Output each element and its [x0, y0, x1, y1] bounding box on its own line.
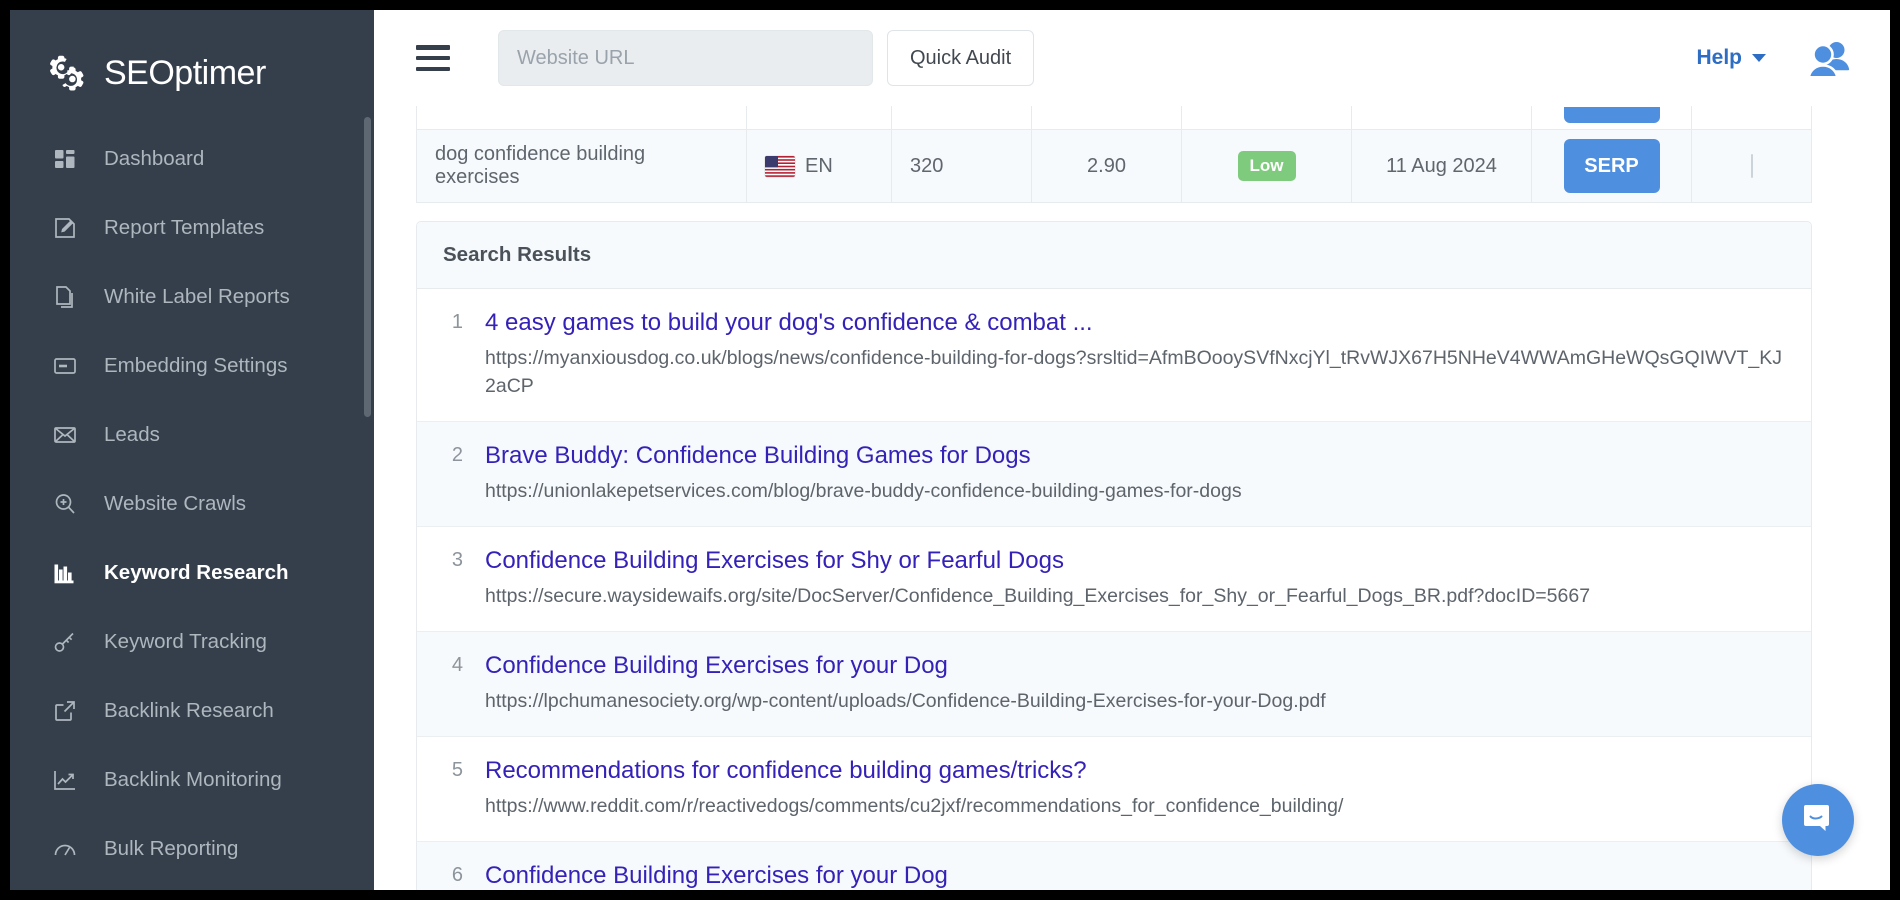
sidebar-item-label: Leads	[104, 423, 160, 447]
trend-line-icon	[52, 767, 78, 793]
cell-keyword: dog confidence building exercises	[417, 130, 747, 203]
embed-card-icon	[52, 353, 78, 379]
cell-competition: Low	[1182, 130, 1352, 203]
bar-chart-icon	[52, 560, 78, 586]
result-url: https://lpchumanesociety.org/wp-content/…	[485, 688, 1785, 716]
content-scroll-area[interactable]: dog confidence building exercises	[374, 106, 1890, 890]
help-menu[interactable]: Help	[1696, 46, 1766, 70]
us-flag-icon	[765, 156, 795, 177]
sidebar: SEOptimer Dashboard	[10, 10, 374, 890]
sidebar-item-report-templates[interactable]: Report Templates	[10, 193, 374, 262]
brand-name: SEOptimer	[104, 54, 266, 93]
result-url: https://www.reddit.com/r/reactivedogs/co…	[485, 793, 1785, 821]
status-badge: Low	[1238, 151, 1296, 181]
topbar-right-group: Help	[1696, 40, 1852, 76]
sidebar-item-label: White Label Reports	[104, 285, 290, 309]
edit-document-icon	[52, 215, 78, 241]
result-url: https://unionlakepetservices.com/blog/br…	[485, 478, 1785, 506]
app-window: SEOptimer Dashboard	[10, 10, 1890, 890]
dashboard-icon	[52, 146, 78, 172]
cell-date: 11 Aug 2024	[1352, 130, 1532, 203]
result-rank: 4	[439, 652, 463, 716]
sidebar-item-backlink-research[interactable]: Backlink Research	[10, 676, 374, 745]
envelope-icon	[52, 422, 78, 448]
result-title-link[interactable]: Confidence Building Exercises for your D…	[485, 652, 1785, 680]
result-title-link[interactable]: Confidence Building Exercises for your D…	[485, 862, 1785, 890]
list-item[interactable]: 6 Confidence Building Exercises for your…	[417, 842, 1811, 890]
search-results-panel: Search Results 1 4 easy games to build y…	[416, 221, 1812, 890]
cell-language-label: EN	[805, 155, 833, 178]
list-item[interactable]: 3 Confidence Building Exercises for Shy …	[417, 527, 1811, 632]
cell-language: EN	[747, 130, 892, 203]
sidebar-item-backlink-monitoring[interactable]: Backlink Monitoring	[10, 745, 374, 814]
sidebar-item-dashboard[interactable]: Dashboard	[10, 124, 374, 193]
chevron-down-icon	[1752, 54, 1766, 62]
result-title-link[interactable]: Recommendations for confidence building …	[485, 757, 1785, 785]
chat-bubble-icon	[1801, 801, 1835, 840]
cell-volume: 320	[892, 130, 1032, 203]
sidebar-item-label: Embedding Settings	[104, 354, 287, 378]
sidebar-item-embedding-settings[interactable]: Embedding Settings	[10, 331, 374, 400]
result-rank: 3	[439, 547, 463, 611]
sidebar-item-keyword-research[interactable]: Keyword Research	[10, 538, 374, 607]
result-rank: 2	[439, 442, 463, 506]
copy-documents-icon	[52, 284, 78, 310]
external-link-icon	[52, 698, 78, 724]
cell-cpc: 2.90	[1032, 130, 1182, 203]
table-row-partial	[417, 106, 1812, 130]
sidebar-item-website-crawls[interactable]: Website Crawls	[10, 469, 374, 538]
result-rank: 1	[439, 309, 463, 401]
key-icon	[52, 629, 78, 655]
result-url: https://secure.waysidewaifs.org/site/Doc…	[485, 583, 1785, 611]
users-icon[interactable]	[1808, 40, 1852, 76]
sidebar-item-leads[interactable]: Leads	[10, 400, 374, 469]
cell-serp: SERP	[1532, 130, 1692, 203]
result-title-link[interactable]: Confidence Building Exercises for Shy or…	[485, 547, 1785, 575]
search-results-header: Search Results	[417, 222, 1811, 289]
sidebar-item-bulk-reporting[interactable]: Bulk Reporting	[10, 814, 374, 883]
result-title-link[interactable]: Brave Buddy: Confidence Building Games f…	[485, 442, 1785, 470]
sidebar-scrollbar[interactable]	[364, 117, 371, 417]
row-select-checkbox[interactable]	[1751, 154, 1753, 178]
quick-audit-button[interactable]: Quick Audit	[887, 30, 1034, 86]
serp-button[interactable]: SERP	[1564, 139, 1660, 193]
sidebar-item-label: Keyword Tracking	[104, 630, 267, 654]
chat-widget-button[interactable]	[1782, 784, 1854, 856]
sidebar-item-label: Website Crawls	[104, 492, 246, 516]
result-rank: 6	[439, 862, 463, 890]
sidebar-item-white-label-reports[interactable]: White Label Reports	[10, 262, 374, 331]
sidebar-item-label: Keyword Research	[104, 561, 289, 585]
hamburger-icon[interactable]	[416, 45, 450, 71]
top-bar: Quick Audit Help	[374, 10, 1890, 106]
seoptimer-gears-logo-icon	[44, 50, 90, 96]
gauge-icon	[52, 836, 78, 862]
magnifier-plus-icon	[52, 491, 78, 517]
main-area: Quick Audit Help	[374, 10, 1890, 890]
brand-logo-area[interactable]: SEOptimer	[10, 10, 374, 106]
sidebar-item-label: Dashboard	[104, 147, 204, 171]
keyword-results-table: dog confidence building exercises	[416, 106, 1812, 203]
help-label: Help	[1696, 46, 1742, 70]
result-url: https://myanxiousdog.co.uk/blogs/news/co…	[485, 345, 1785, 400]
list-item[interactable]: 5 Recommendations for confidence buildin…	[417, 737, 1811, 842]
table-row: dog confidence building exercises	[417, 130, 1812, 203]
cell-checkbox	[1692, 130, 1812, 203]
list-item[interactable]: 4 Confidence Building Exercises for your…	[417, 632, 1811, 737]
sidebar-item-label: Bulk Reporting	[104, 837, 238, 861]
result-title-link[interactable]: 4 easy games to build your dog's confide…	[485, 309, 1785, 337]
serp-button-partial[interactable]	[1564, 107, 1660, 123]
sidebar-item-keyword-tracking[interactable]: Keyword Tracking	[10, 607, 374, 676]
sidebar-nav: Dashboard Report Templates	[10, 124, 374, 883]
list-item[interactable]: 1 4 easy games to build your dog's confi…	[417, 289, 1811, 422]
sidebar-item-label: Report Templates	[104, 216, 264, 240]
sidebar-item-label: Backlink Research	[104, 699, 274, 723]
website-url-input[interactable]	[498, 30, 873, 86]
result-rank: 5	[439, 757, 463, 821]
list-item[interactable]: 2 Brave Buddy: Confidence Building Games…	[417, 422, 1811, 527]
sidebar-item-label: Backlink Monitoring	[104, 768, 282, 792]
